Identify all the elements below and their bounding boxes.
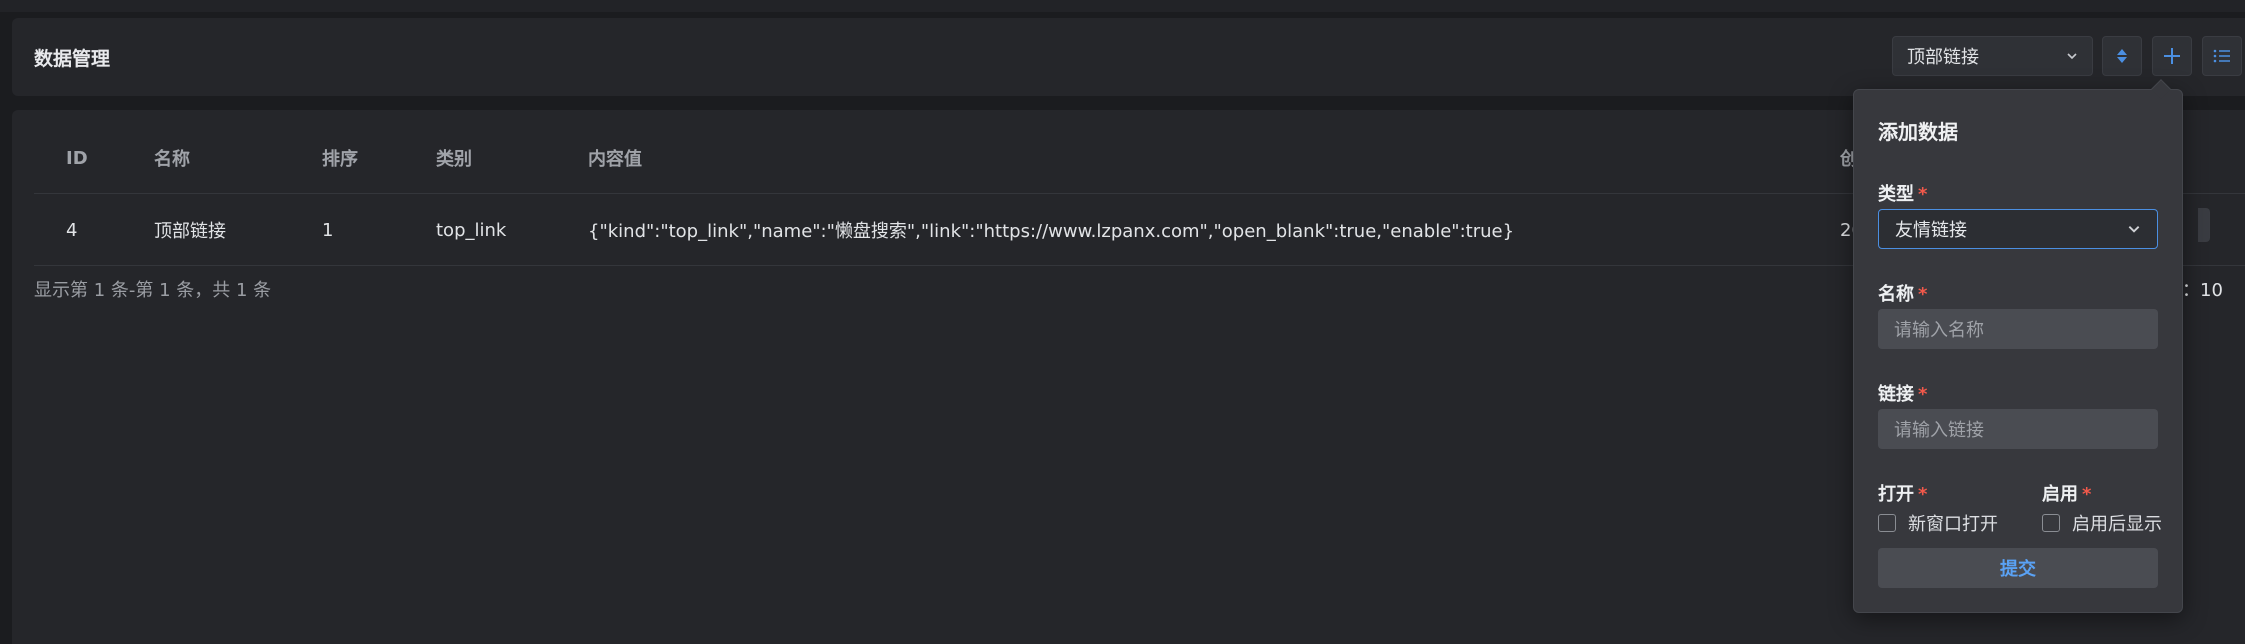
open-blank-checkbox[interactable]: 新窗口打开 [1878,510,1998,536]
enable-checkbox-label: 启用后显示 [2072,514,2162,535]
type-label: 类型 * [1878,180,1927,206]
type-label-text: 类型 [1878,184,1914,205]
link-input-placeholder: 请输入链接 [1894,420,1984,441]
checkbox-box[interactable] [1878,514,1896,532]
page-title: 数据管理 [34,48,111,70]
open-label: 打开 * [1878,480,1927,506]
list-view-button[interactable] [2202,36,2242,76]
link-label-text: 链接 [1878,384,1914,405]
cell-id: 4 [66,219,78,241]
link-input[interactable]: 请输入链接 [1878,409,2158,449]
name-input-placeholder: 请输入名称 [1894,320,1984,341]
column-header-type: 类别 [436,149,472,170]
cell-type: top_link [436,219,507,241]
required-mark: * [2082,484,2092,505]
cell-name: 顶部链接 [154,221,226,242]
sort-button[interactable] [2102,36,2142,76]
checkbox-box[interactable] [2042,514,2060,532]
required-mark: * [1918,184,1928,205]
column-header-sort: 排序 [322,149,358,170]
link-label: 链接 * [1878,380,1927,406]
chevron-down-icon [2067,53,2077,60]
sort-icon [2117,49,2127,63]
add-button[interactable] [2152,36,2192,76]
type-select-value: 友情链接 [1895,220,1967,241]
type-select[interactable]: 友情链接 [1878,209,2158,249]
list-icon [2213,49,2230,63]
name-label-text: 名称 [1878,284,1914,305]
popover-title: 添加数据 [1878,120,1958,144]
add-data-popover: 添加数据 类型 * 友情链接 名称 * 请输入名称 链接 * 请输入链接 打开 * 新窗… [1853,79,2183,613]
row-action-button[interactable] [2198,208,2210,242]
column-header-id: ID [66,147,88,169]
header-bar: 数据管理 顶部链接 [12,18,2245,96]
top-strip [0,0,2245,12]
name-label: 名称 * [1878,280,1927,306]
required-mark: * [1918,384,1928,405]
submit-button[interactable]: 提交 [1878,548,2158,588]
chevron-down-icon [2128,226,2140,233]
enable-label: 启用 * [2042,480,2091,506]
pager-summary: 显示第 1 条-第 1 条，共 1 条 [34,280,272,301]
required-mark: * [1918,284,1928,305]
name-input[interactable]: 请输入名称 [1878,309,2158,349]
enable-checkbox[interactable]: 启用后显示 [2042,510,2162,536]
enable-label-text: 启用 [2042,484,2078,505]
required-mark: * [1918,484,1928,505]
column-header-content: 内容值 [588,149,642,170]
type-filter-select[interactable]: 顶部链接 [1892,36,2093,76]
open-blank-checkbox-label: 新窗口打开 [1908,514,1998,535]
cell-sort: 1 [322,219,334,241]
open-label-text: 打开 [1878,484,1914,505]
cell-content: {"kind":"top_link","name":"懒盘搜索","link":… [588,221,1515,242]
type-filter-value: 顶部链接 [1907,47,1979,68]
plus-icon [2164,48,2180,64]
column-header-name: 名称 [154,149,190,170]
